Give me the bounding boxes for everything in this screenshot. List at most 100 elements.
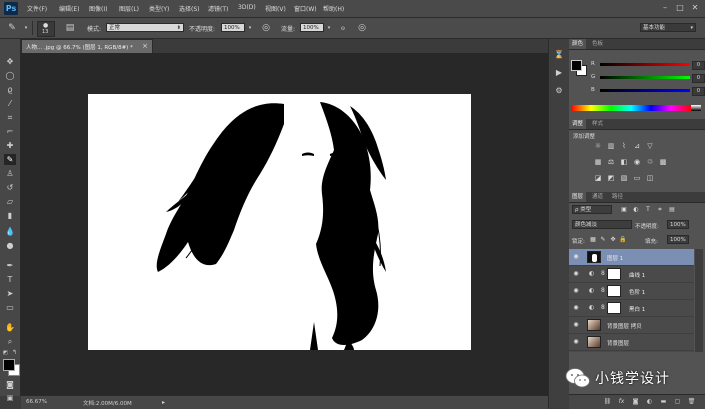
layer-row[interactable]: ◉ 图层 1 <box>569 249 694 266</box>
levels-icon[interactable]: ▥ <box>606 142 616 151</box>
photo-filter-icon[interactable]: ◉ <box>632 158 642 167</box>
layer-mask-thumbnail[interactable] <box>607 285 621 297</box>
hue-saturation-icon[interactable]: ▦ <box>593 158 603 167</box>
blend-mode-select[interactable]: 颜色减淡 <box>572 220 632 229</box>
layers-scrollbar[interactable] <box>695 249 703 352</box>
threshold-icon[interactable]: ▧ <box>619 174 629 183</box>
shape-tool-icon[interactable]: ▭ <box>4 302 16 313</box>
marquee-tool-icon[interactable]: ◯ <box>4 70 16 81</box>
invert-icon[interactable]: ◪ <box>593 174 603 183</box>
lock-transparent-icon[interactable]: ▦ <box>588 235 598 244</box>
dodge-tool-icon[interactable]: ● <box>4 240 16 251</box>
status-menu-icon[interactable]: ▸ <box>162 399 165 406</box>
foreground-color-swatch[interactable] <box>571 60 582 71</box>
channel-mixer-icon[interactable]: ♲ <box>645 158 655 167</box>
menu-select[interactable]: 选择(S) <box>179 4 200 13</box>
pen-tool-icon[interactable]: ✒ <box>4 260 16 271</box>
new-layer-icon[interactable]: ▢ <box>673 398 682 406</box>
minimize-button[interactable]: – <box>659 2 671 13</box>
zoom-tool-icon[interactable]: ⌕ <box>4 336 16 347</box>
menu-layer[interactable]: 图层(L) <box>119 4 139 13</box>
green-value[interactable]: 0 <box>692 74 705 83</box>
opacity-input[interactable]: 100% <box>221 23 245 32</box>
tab-styles[interactable]: 样式 <box>589 119 606 129</box>
tab-paths[interactable]: 路径 <box>609 192 626 202</box>
color-balance-icon[interactable]: ⚖ <box>606 158 616 167</box>
actions-panel-icon[interactable]: ▶ <box>553 67 565 78</box>
brush-panel-icon[interactable]: ⚙ <box>553 85 565 96</box>
default-colors-icon[interactable]: ◩ <box>3 350 8 356</box>
folder-icon[interactable]: ▬ <box>659 398 668 406</box>
red-slider[interactable] <box>600 63 690 66</box>
vibrance-icon[interactable]: ▽ <box>645 142 655 151</box>
tab-layers[interactable]: 图层 <box>569 192 587 202</box>
mask-icon[interactable]: ◙ <box>631 398 640 406</box>
menu-window[interactable]: 窗口(W) <box>294 4 317 13</box>
layer-row[interactable]: ◉ ◐ 8 黑白 1 <box>569 300 694 317</box>
layer-name[interactable]: 曲线 1 <box>629 271 645 279</box>
hand-tool-icon[interactable]: ✋ <box>4 322 16 333</box>
crop-tool-icon[interactable]: ⌗ <box>4 112 16 123</box>
brush-preset-picker[interactable]: ● 13 <box>37 21 55 37</box>
healing-tool-icon[interactable]: ✚ <box>4 140 16 151</box>
pressure-opacity-icon[interactable]: ◎ <box>260 22 272 34</box>
posterize-icon[interactable]: ◩ <box>606 174 616 183</box>
screen-mode-icon[interactable]: ▣ <box>4 393 16 404</box>
lock-all-icon[interactable]: 🔒 <box>618 235 628 244</box>
filter-shape-icon[interactable]: ⌗ <box>655 205 665 214</box>
layer-name[interactable]: 黑白 1 <box>629 305 645 313</box>
layer-row[interactable]: ◉ 背景图层 拷贝 <box>569 317 694 334</box>
eye-icon[interactable]: ◉ <box>572 253 580 261</box>
flow-input[interactable]: 100% <box>300 23 324 32</box>
brush-tool-icon[interactable]: ✎ <box>4 154 16 165</box>
red-value[interactable]: 0 <box>692 61 705 70</box>
layer-name[interactable]: 图层 1 <box>607 254 623 262</box>
filter-pixel-icon[interactable]: ▣ <box>619 205 629 214</box>
blue-slider[interactable] <box>600 89 690 92</box>
layer-name[interactable]: 背景图层 <box>607 339 629 347</box>
foreground-color-swatch[interactable] <box>3 359 15 371</box>
menu-file[interactable]: 文件(F) <box>27 4 47 13</box>
swap-colors-icon[interactable]: ↰ <box>12 349 17 356</box>
layer-mask-thumbnail[interactable] <box>607 268 621 280</box>
lock-pixels-icon[interactable]: ✎ <box>598 235 608 244</box>
tab-color[interactable]: 颜色 <box>569 39 587 49</box>
menu-3d[interactable]: 3D(D) <box>238 4 256 11</box>
layer-name[interactable]: 色阶 1 <box>629 288 645 296</box>
quick-select-tool-icon[interactable]: ⁄ <box>4 98 16 109</box>
layer-opacity-input[interactable]: 100% <box>667 220 689 229</box>
airbrush-icon[interactable]: ℴ <box>337 22 349 34</box>
link-icon[interactable]: 8 <box>601 270 605 277</box>
eyedropper-tool-icon[interactable]: ⌐ <box>4 126 16 137</box>
eye-icon[interactable]: ◉ <box>572 304 580 312</box>
layer-filter-select[interactable]: ρ 类型 <box>572 205 612 214</box>
layer-row[interactable]: ◉ 背景图层 <box>569 334 694 351</box>
layer-row[interactable]: ◉ ◐ 8 色阶 1 <box>569 283 694 300</box>
lasso-tool-icon[interactable]: ϱ <box>4 84 16 95</box>
history-brush-tool-icon[interactable]: ↺ <box>4 182 16 193</box>
type-tool-icon[interactable]: T <box>4 274 16 285</box>
eraser-tool-icon[interactable]: ▱ <box>4 196 16 207</box>
filter-smart-icon[interactable]: ▤ <box>667 205 677 214</box>
brightness-icon[interactable]: ☼ <box>593 142 603 151</box>
menu-image[interactable]: 图像(I) <box>89 4 107 13</box>
menu-view[interactable]: 视图(V) <box>265 4 286 13</box>
filter-adjustment-icon[interactable]: ◐ <box>631 205 641 214</box>
menu-filter[interactable]: 滤镜(T) <box>208 4 228 13</box>
trash-icon[interactable]: 🗑 <box>687 398 696 406</box>
black-white-icon[interactable]: ◧ <box>619 158 629 167</box>
tab-channels[interactable]: 通道 <box>589 192 606 202</box>
path-select-tool-icon[interactable]: ➤ <box>4 288 16 299</box>
gradient-map-icon[interactable]: ▭ <box>632 174 642 183</box>
curves-icon[interactable]: ⌇ <box>619 142 629 151</box>
fx-icon[interactable]: fx <box>617 398 626 406</box>
color-lookup-icon[interactable]: ▩ <box>658 158 668 167</box>
tab-swatches[interactable]: 色板 <box>589 39 606 49</box>
fill-input[interactable]: 100% <box>667 235 689 244</box>
tab-adjustments[interactable]: 调整 <box>569 119 587 129</box>
document-tab[interactable]: 人物... .jpg @ 66.7% (图层 1, RGB/8#) * × <box>21 39 153 53</box>
close-window-button[interactable]: ✕ <box>689 2 701 13</box>
selective-color-icon[interactable]: ◫ <box>645 174 655 183</box>
canvas-image[interactable] <box>88 94 471 350</box>
layer-name[interactable]: 背景图层 拷贝 <box>607 322 642 330</box>
